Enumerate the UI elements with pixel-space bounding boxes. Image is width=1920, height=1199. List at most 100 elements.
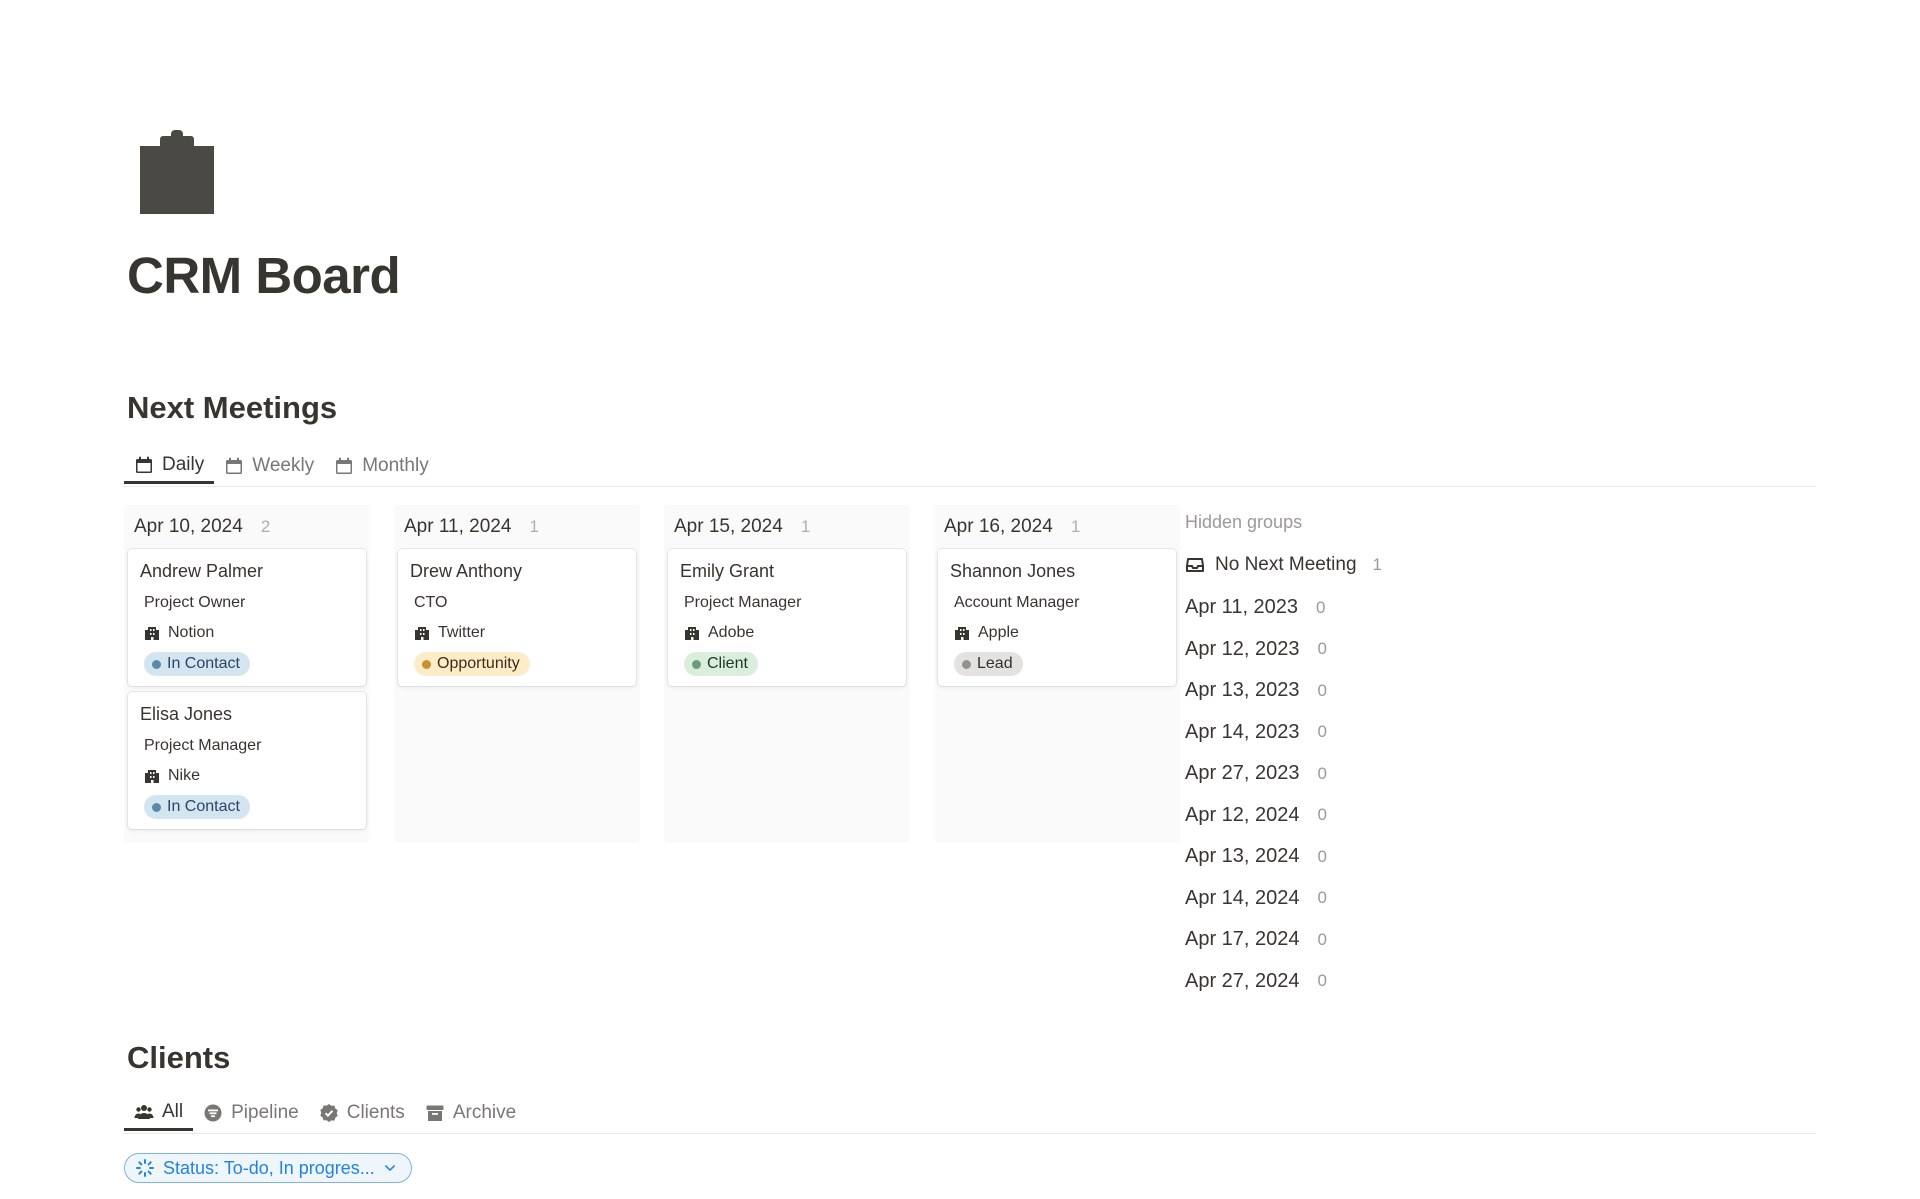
contact-role: CTO (414, 594, 448, 611)
building-icon (145, 627, 159, 640)
hidden-group-date: Apr 14, 2023 (1185, 720, 1300, 743)
status-label: Opportunity (437, 655, 520, 672)
pipeline-icon (204, 1104, 222, 1122)
hidden-group-date: Apr 17, 2024 (1185, 928, 1300, 951)
status-filter-chip[interactable]: Status: To-do, In progres... (124, 1153, 412, 1183)
hidden-group-count: 0 (1317, 722, 1327, 742)
status-dot (152, 802, 161, 812)
contact-company: Apple (954, 624, 1164, 642)
meetings-tab-daily[interactable]: Daily (124, 448, 215, 484)
hidden-group-count: 0 (1317, 680, 1327, 700)
status-filter-label: Status: To-do, In progres... (163, 1157, 375, 1178)
contact-card[interactable]: Elisa Jones Project Manager Nike In Contact (128, 692, 366, 829)
hidden-group-date: Apr 12, 2023 (1185, 637, 1300, 660)
clipboard-icon (140, 130, 214, 214)
hidden-group-count: 0 (1316, 597, 1326, 617)
contact-card[interactable]: Shannon Jones Account Manager Apple Lead (938, 549, 1176, 686)
tab-label: Monthly (362, 455, 429, 476)
contact-company: Adobe (684, 624, 894, 642)
column-header: Apr 11, 2024 1 (398, 505, 636, 549)
tab-label: Pipeline (231, 1102, 299, 1123)
board-column: Apr 11, 2024 1 Drew Anthony CTO Twitter Oppor… (394, 505, 640, 843)
contact-card[interactable]: Emily Grant Project Manager Adobe Client (668, 549, 906, 686)
company-name: Twitter (438, 624, 486, 641)
meetings-board: Apr 10, 2024 2 Andrew Palmer Project Owner N… (124, 505, 1180, 843)
building-icon (955, 627, 969, 640)
hidden-group-row[interactable]: Apr 14, 2024 0 (1185, 878, 1585, 920)
clients-tab-pipeline[interactable]: Pipeline (193, 1095, 309, 1131)
calendar-icon (226, 457, 243, 474)
hidden-group-count: 1 (1372, 555, 1382, 574)
company-name: Apple (978, 624, 1019, 641)
contact-name: Shannon Jones (950, 561, 1076, 581)
contact-card[interactable]: Andrew Palmer Project Owner Notion In Conta… (128, 549, 366, 686)
hidden-group-count: 0 (1317, 971, 1327, 991)
status-label: Lead (977, 655, 1013, 672)
company-name: Notion (168, 624, 215, 641)
inbox-icon (1186, 558, 1204, 572)
clients-tab-clients[interactable]: Clients (309, 1095, 415, 1131)
contact-role: Account Manager (954, 594, 1080, 611)
contact-name: Andrew Palmer (140, 561, 264, 581)
column-header: Apr 15, 2024 1 (668, 505, 906, 549)
calendar-icon (136, 456, 152, 473)
people-icon (134, 1104, 154, 1119)
status-badge: Client (684, 652, 758, 676)
column-count: 1 (1070, 517, 1081, 536)
contact-company: Nike (144, 767, 354, 785)
hidden-group-count: 0 (1317, 805, 1327, 825)
hidden-group-row[interactable]: Apr 13, 2024 0 (1185, 836, 1585, 878)
column-header: Apr 16, 2024 1 (938, 505, 1176, 549)
clients-tab-archive[interactable]: Archive (415, 1095, 526, 1131)
tab-label: Weekly (252, 455, 315, 476)
hidden-group-count: 0 (1317, 888, 1327, 908)
board-column: Apr 16, 2024 1 Shannon Jones Account Manage… (934, 505, 1180, 843)
status-label: In Contact (167, 655, 240, 672)
hidden-group-row[interactable]: Apr 11, 2023 0 (1185, 587, 1585, 629)
clients-tab-all[interactable]: All (124, 1095, 194, 1131)
contact-name: Drew Anthony (410, 561, 523, 581)
archive-icon (426, 1105, 444, 1121)
hidden-group-date: Apr 27, 2024 (1185, 969, 1300, 992)
column-date: Apr 16, 2024 (944, 516, 1053, 537)
building-icon (415, 627, 429, 640)
hidden-groups-title: Hidden groups (1185, 512, 1303, 532)
meetings-view-tabs: Daily Weekly Monthly (124, 448, 1816, 487)
status-dot (152, 659, 161, 669)
calendar-icon (336, 457, 353, 474)
hidden-group-row[interactable]: Apr 12, 2024 0 (1185, 795, 1585, 837)
hidden-groups-list: Apr 11, 2023 0 Apr 12, 2023 0 Apr 13, 2023 0 A… (1185, 587, 1585, 1002)
status-badge: Lead (954, 652, 1023, 676)
column-count: 1 (800, 517, 811, 536)
contact-card[interactable]: Drew Anthony CTO Twitter Opportunity (398, 549, 636, 686)
hidden-group-row[interactable]: Apr 27, 2023 0 (1185, 753, 1585, 795)
page-title: CRM Board (127, 247, 401, 304)
meetings-tab-weekly[interactable]: Weekly (214, 448, 324, 484)
status-spinner-icon (136, 1159, 154, 1177)
clients-view-tabs: All Pipeline Clients Archive (124, 1095, 1816, 1134)
tab-label: All (162, 1100, 184, 1122)
company-name: Nike (168, 767, 201, 784)
status-dot (422, 659, 431, 669)
hidden-group-no-next-meeting[interactable]: No Next Meeting 1 (1185, 549, 1585, 581)
status-dot (692, 659, 701, 669)
chevron-down-icon (384, 1165, 395, 1171)
meetings-tab-monthly[interactable]: Monthly (324, 448, 439, 484)
hidden-group-count: 0 (1317, 846, 1327, 866)
building-icon (145, 770, 159, 783)
hidden-group-date: Apr 11, 2023 (1185, 596, 1299, 619)
hidden-group-count: 0 (1317, 929, 1327, 949)
verified-icon (320, 1104, 338, 1122)
hidden-group-row[interactable]: Apr 13, 2023 0 (1185, 670, 1585, 712)
hidden-group-row[interactable]: Apr 12, 2023 0 (1185, 629, 1585, 671)
contact-company: Notion (144, 624, 354, 642)
hidden-group-count: 0 (1317, 639, 1327, 659)
column-count: 1 (529, 517, 539, 536)
meetings-section-title: Next Meetings (127, 390, 338, 425)
hidden-group-row[interactable]: Apr 14, 2023 0 (1185, 712, 1585, 754)
column-date: Apr 11, 2024 (404, 516, 512, 537)
hidden-group-row[interactable]: Apr 17, 2024 0 (1185, 919, 1585, 961)
hidden-group-count: 0 (1317, 763, 1327, 783)
hidden-group-row[interactable]: Apr 27, 2024 0 (1185, 961, 1585, 1003)
hidden-groups: Hidden groups No Next Meeting 1 Apr 11, … (1185, 512, 1585, 1002)
